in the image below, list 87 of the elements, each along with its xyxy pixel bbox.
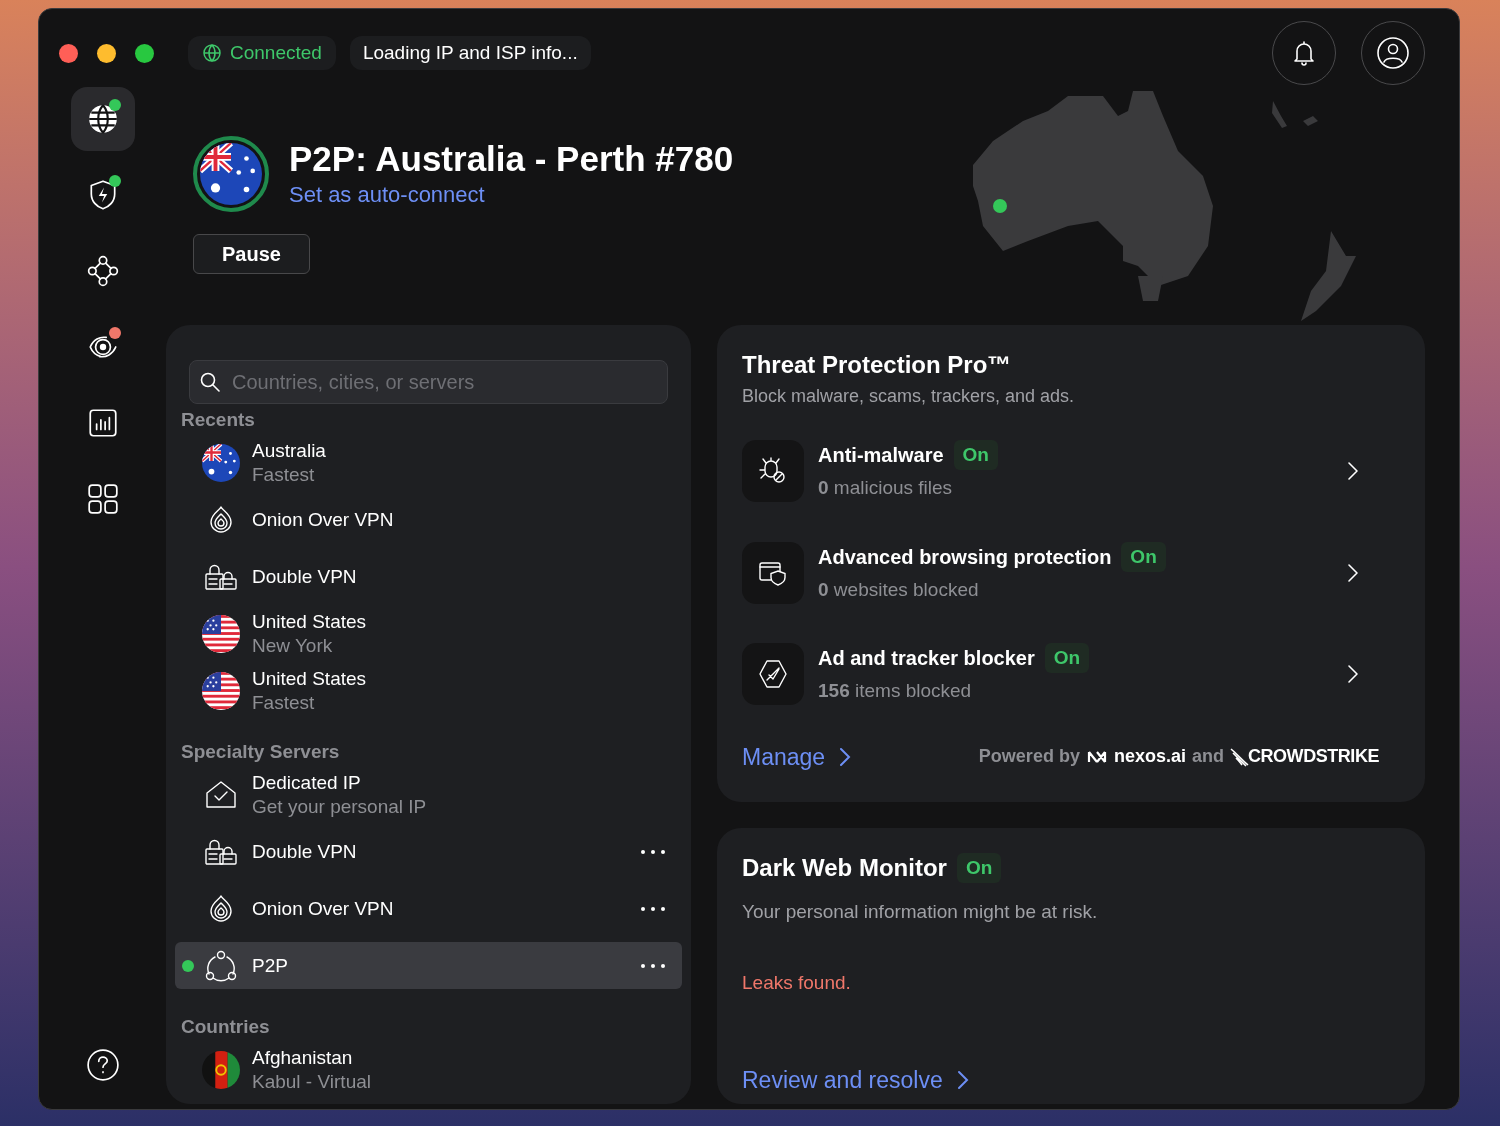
server-name: Double VPN <box>252 564 357 589</box>
feature-row[interactable]: Ad and tracker blocker On 156 items blocked <box>742 643 1400 706</box>
feature-detail: 0 websites blocked <box>818 577 980 602</box>
ip-info: Loading IP and ISP info... <box>349 36 591 70</box>
section-heading: Countries <box>180 1015 271 1039</box>
server-name: Onion Over VPN <box>252 507 394 532</box>
minimize-button[interactable] <box>97 44 116 63</box>
powered-by-label: Powered by <box>978 745 1080 769</box>
server-name: Afghanistan <box>252 1045 354 1070</box>
status-badge: On <box>1121 541 1166 572</box>
flag-icon <box>202 1050 240 1089</box>
joiner-label: and <box>1191 745 1224 769</box>
pause-button[interactable]: Pause <box>193 234 310 274</box>
connection-label: Connected <box>230 40 322 65</box>
help-icon <box>85 1048 120 1082</box>
server-name: Double VPN <box>252 839 357 864</box>
server-name: P2P <box>252 953 288 978</box>
chevron-right-icon <box>1346 561 1360 584</box>
status-badge: On <box>956 853 1002 883</box>
server-detail: Fastest <box>252 462 316 487</box>
server-item[interactable]: Afghanistan Kabul - Virtual <box>175 1046 682 1093</box>
flag-icon <box>202 614 240 653</box>
infinity-logo-icon <box>1085 749 1108 764</box>
more-icon <box>640 962 666 969</box>
manage-link[interactable]: Manage <box>742 739 852 774</box>
feature-detail: 0 malicious files <box>818 476 954 500</box>
server-name: United States <box>252 666 367 691</box>
more-icon <box>640 848 666 855</box>
mesh-network-icon <box>85 254 120 288</box>
server-item[interactable]: Double VPN <box>175 828 682 875</box>
server-item[interactable]: Onion Over VPN <box>175 496 682 543</box>
card-title: Dark Web Monitor <box>742 853 947 883</box>
review-link[interactable]: Review and resolve <box>742 1063 969 1098</box>
search-icon <box>199 371 221 393</box>
server-item[interactable]: Dedicated IP Get your personal IP <box>175 771 682 818</box>
feature-name: Advanced browsing protection <box>818 544 1112 570</box>
feature-name: Ad and tracker blocker <box>818 646 1035 671</box>
auto-connect-link[interactable]: Set as auto-connect <box>289 180 485 210</box>
server-name: Australia <box>252 438 326 463</box>
grid-icon <box>85 482 120 516</box>
server-name: Onion Over VPN <box>252 896 394 921</box>
status-badge: On <box>1044 643 1090 673</box>
card-text: Your personal information might be at risk. <box>742 900 1099 924</box>
chevron-right-icon <box>956 1070 969 1091</box>
server-title: P2P: Australia - Perth #780 <box>289 138 734 180</box>
server-item[interactable]: United States Fastest <box>175 667 682 714</box>
card-subtitle: Block malware, scams, trackers, and ads. <box>742 385 1076 408</box>
zoom-button[interactable] <box>135 44 154 63</box>
server-item[interactable]: Australia Fastest <box>175 439 682 486</box>
server-name: United States <box>252 609 367 634</box>
close-button[interactable] <box>59 44 78 63</box>
alert-text: Leaks found. <box>742 970 852 995</box>
section-heading: Specialty Servers <box>180 740 341 764</box>
blocker-icon <box>757 658 789 691</box>
help-button[interactable] <box>84 1047 121 1083</box>
chevron-right-icon <box>839 746 852 767</box>
more-icon <box>640 905 666 912</box>
server-name: Dedicated IP <box>252 770 362 795</box>
flag-icon <box>200 143 262 205</box>
feature-name: Anti-malware <box>818 443 944 468</box>
server-item[interactable]: United States New York <box>175 610 682 657</box>
card-title: Threat Protection Pro™ <box>742 350 1013 380</box>
chevron-right-icon <box>1346 663 1360 686</box>
server-detail: New York <box>252 633 334 658</box>
server-detail: Fastest <box>252 690 316 715</box>
feature-row[interactable]: Anti-malware On 0 malicious files <box>742 440 1400 503</box>
search-field[interactable]: Countries, cities, or servers <box>189 360 668 404</box>
sidebar-tab[interactable] <box>70 87 135 151</box>
feature-detail: 156 items blocked <box>818 679 973 703</box>
status-badge: On <box>953 440 998 470</box>
house-check-icon <box>204 778 238 811</box>
server-detail: Get your personal IP <box>252 794 427 819</box>
falcon-logo-icon <box>1229 746 1250 767</box>
chevron-right-icon <box>1346 460 1360 483</box>
feature-row[interactable]: Advanced browsing protection On 0 websites blocked <box>742 541 1400 604</box>
user-icon <box>1376 36 1410 70</box>
flag-icon <box>202 671 240 710</box>
server-detail: Kabul - Virtual <box>252 1069 371 1094</box>
flag-icon <box>202 443 240 482</box>
p2p-icon <box>204 948 238 983</box>
partner-name: CROWDSTRIKE <box>1247 745 1379 769</box>
server-item[interactable]: Double VPN <box>175 553 682 600</box>
section-heading: Recents <box>180 408 256 432</box>
server-item[interactable]: P2P <box>175 942 682 989</box>
server-item[interactable]: Onion Over VPN <box>175 885 682 932</box>
partner-name: nexos.ai <box>1113 745 1186 769</box>
globe-icon <box>202 43 222 63</box>
